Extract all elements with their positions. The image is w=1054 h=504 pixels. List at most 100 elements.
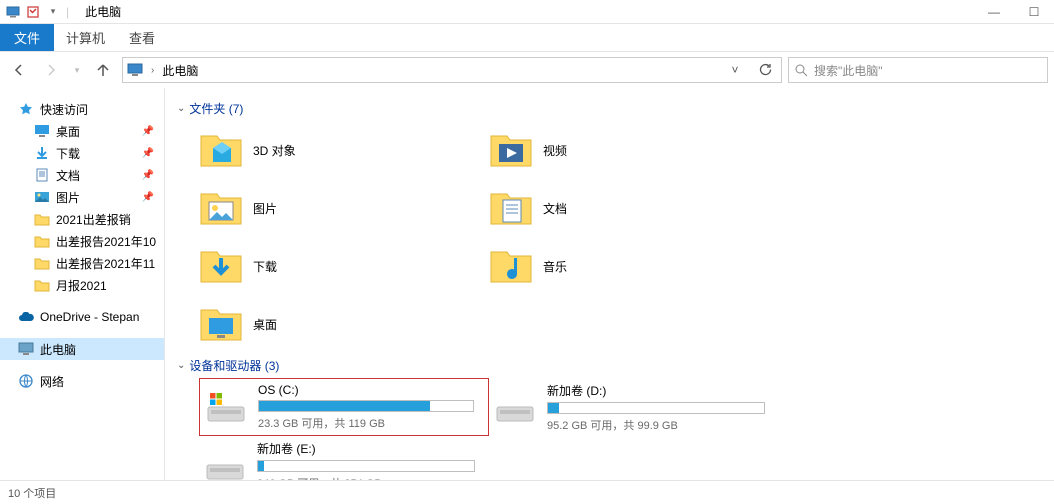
folder-label: 音乐	[543, 258, 567, 275]
drive-usage-bar	[258, 400, 474, 412]
pin-icon: 📌	[142, 170, 154, 181]
folder-label: 视频	[543, 142, 567, 159]
star-icon	[18, 101, 34, 117]
search-placeholder: 搜索"此电脑"	[814, 62, 883, 79]
sidebar-item[interactable]: 出差报告2021年10	[0, 230, 164, 252]
forward-button[interactable]	[38, 57, 64, 83]
address-dropdown[interactable]: ˅	[723, 63, 747, 77]
download-icon	[34, 145, 50, 161]
address-location: 此电脑	[162, 62, 198, 79]
sidebar: 快速访问 桌面 📌 下载📌 文档 📌 图片 📌 2021出差报销出差报告2021年10 出差报告…	[0, 88, 165, 480]
sidebar-item-label: 快速访问	[40, 101, 88, 118]
sidebar-item-label: 出差报告2021年11	[56, 255, 155, 272]
picture-folder-icon	[199, 186, 243, 230]
statusbar: 10 个项目	[0, 480, 1054, 504]
drive-text: 95.2 GB 可用，共 99.9 GB	[547, 417, 765, 433]
drive-icon	[204, 385, 248, 429]
drive-name: 新加卷 (E:)	[257, 440, 475, 457]
qat-properties-icon[interactable]	[26, 5, 40, 19]
drive-usage-bar	[547, 402, 765, 414]
back-button[interactable]	[6, 57, 32, 83]
document-folder-icon	[489, 186, 533, 230]
desktop-folder-icon	[199, 302, 243, 346]
search-input[interactable]: 搜索"此电脑"	[788, 57, 1048, 83]
sidebar-item[interactable]: 2021出差报销	[0, 208, 164, 230]
chevron-down-icon: ⌄	[177, 103, 185, 114]
this-pc-icon	[6, 5, 20, 19]
drive-name: OS (C:)	[258, 383, 474, 397]
folder-icon	[34, 211, 50, 227]
section-drives[interactable]: ⌄ 设备和驱动器 (3)	[169, 353, 1054, 378]
sidebar-item-label: 月报2021	[56, 277, 107, 294]
sidebar-item[interactable]: 月报2021	[0, 274, 164, 296]
qat-dropdown-icon[interactable]: ▾	[46, 5, 60, 19]
folder-item[interactable]: 视频	[489, 121, 779, 179]
address-box[interactable]: › 此电脑 ˅	[122, 57, 782, 83]
sidebar-item-label: 2021出差报销	[56, 211, 131, 228]
sidebar-item-label: 文档	[56, 167, 80, 184]
refresh-button[interactable]	[753, 63, 777, 77]
status-items: 10 个项目	[8, 485, 56, 501]
titlebar: ▾ | 此电脑 — ☐	[0, 0, 1054, 24]
folder-label: 文档	[543, 200, 567, 217]
folder-icon	[34, 233, 50, 249]
ribbon-file-tab[interactable]: 文件	[0, 24, 54, 51]
sidebar-item[interactable]: 出差报告2021年11	[0, 252, 164, 274]
folder-label: 下载	[253, 258, 277, 275]
network-icon	[18, 373, 34, 389]
folder-icon	[34, 255, 50, 271]
sidebar-item[interactable]: 文档 📌	[0, 164, 164, 186]
up-button[interactable]	[90, 57, 116, 83]
folder-label: 桌面	[253, 316, 277, 333]
chevron-right-icon[interactable]: ›	[149, 65, 156, 76]
sidebar-item-label: 网络	[40, 373, 64, 390]
sidebar-onedrive[interactable]: OneDrive - Stepan	[0, 306, 164, 328]
pin-icon: 📌	[142, 126, 154, 137]
folder-item[interactable]: 文档	[489, 179, 779, 237]
sidebar-item[interactable]: 下载📌	[0, 142, 164, 164]
content-area: ⌄ 文件夹 (7) 3D 对象 视频图片 文档下载 音乐桌面 ⌄ 设备和驱动器 (3)…	[165, 88, 1054, 480]
desktop-icon	[34, 123, 50, 139]
folder-item[interactable]: 图片	[199, 179, 489, 237]
sidebar-item-label: 出差报告2021年10	[56, 233, 156, 250]
folder-label: 图片	[253, 200, 277, 217]
sidebar-item-label: OneDrive - Stepan	[40, 310, 139, 324]
sidebar-item-label: 图片	[56, 189, 80, 206]
folder-label: 3D 对象	[253, 142, 296, 159]
history-dropdown[interactable]: ▾	[70, 57, 84, 83]
ribbon-tab-view[interactable]: 查看	[117, 24, 167, 51]
sidebar-this-pc[interactable]: 此电脑	[0, 338, 164, 360]
drive-icon	[493, 385, 537, 429]
maximize-button[interactable]: ☐	[1014, 0, 1054, 24]
folder-item[interactable]: 桌面	[199, 295, 489, 353]
picture-icon	[34, 189, 50, 205]
3d-folder-icon	[199, 128, 243, 172]
drive-item[interactable]: 新加卷 (E:)246 GB 可用，共 254 GB	[199, 436, 489, 480]
sidebar-quick-access[interactable]: 快速访问	[0, 98, 164, 120]
sidebar-item[interactable]: 桌面 📌	[0, 120, 164, 142]
this-pc-icon	[127, 62, 143, 78]
cloud-icon	[18, 309, 34, 325]
drive-name: 新加卷 (D:)	[547, 382, 765, 399]
drive-icon	[203, 443, 247, 480]
search-icon	[795, 64, 808, 77]
sidebar-item-label: 桌面	[56, 123, 80, 140]
sidebar-item-label: 此电脑	[40, 341, 76, 358]
pin-icon: 📌	[142, 192, 154, 203]
folder-item[interactable]: 3D 对象	[199, 121, 489, 179]
drive-item[interactable]: OS (C:)23.3 GB 可用，共 119 GB	[199, 378, 489, 436]
sidebar-network[interactable]: 网络	[0, 370, 164, 392]
drive-item[interactable]: 新加卷 (D:) 95.2 GB 可用，共 99.9 GB	[489, 378, 779, 436]
section-folders[interactable]: ⌄ 文件夹 (7)	[169, 96, 1054, 121]
sidebar-item[interactable]: 图片 📌	[0, 186, 164, 208]
folder-item[interactable]: 音乐	[489, 237, 779, 295]
monitor-icon	[18, 341, 34, 357]
drive-usage-bar	[257, 460, 475, 472]
section-label: 设备和驱动器 (3)	[189, 357, 279, 374]
folder-item[interactable]: 下载	[199, 237, 489, 295]
minimize-button[interactable]: —	[974, 0, 1014, 24]
ribbon-tabs: 文件 计算机 查看	[0, 24, 1054, 52]
ribbon-tab-computer[interactable]: 计算机	[54, 24, 117, 51]
folder-icon	[34, 277, 50, 293]
download-folder-icon	[199, 244, 243, 288]
